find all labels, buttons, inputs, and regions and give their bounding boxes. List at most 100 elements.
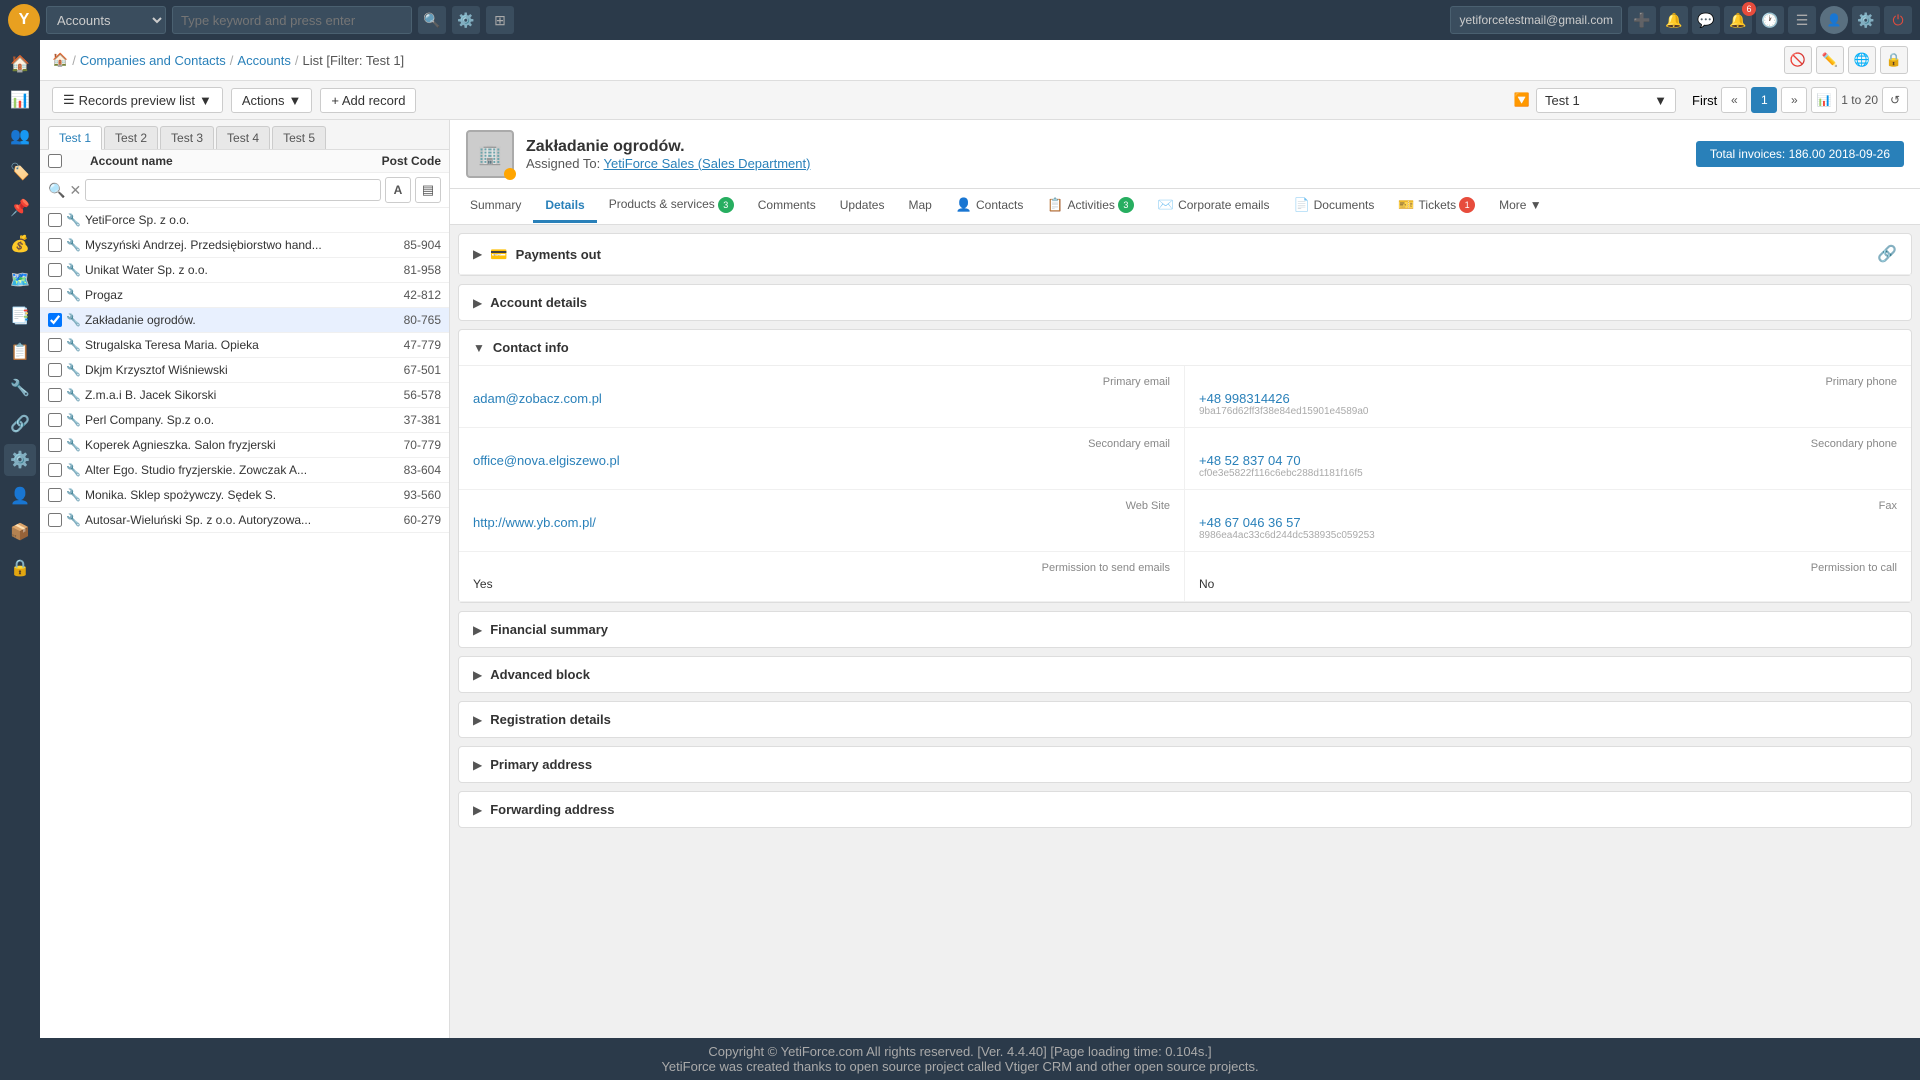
tab-contacts[interactable]: 👤Contacts: [944, 189, 1036, 224]
fax-link[interactable]: +48 67 046 36 57: [1199, 515, 1301, 530]
next-page-btn[interactable]: »: [1781, 87, 1807, 113]
user-avatar[interactable]: 👤: [1820, 6, 1848, 34]
sidebar-tags[interactable]: 🏷️: [4, 156, 36, 188]
view-btn-3[interactable]: 🌐: [1848, 46, 1876, 74]
notifications-btn[interactable]: 🔔: [1660, 6, 1688, 34]
power-btn[interactable]: ⏻: [1884, 6, 1912, 34]
refresh-btn[interactable]: ↺: [1882, 87, 1908, 113]
companies-link[interactable]: Companies and Contacts: [80, 53, 226, 68]
list-item[interactable]: 🔧 Unikat Water Sp. z o.o. 81-958: [40, 258, 449, 283]
tab-updates[interactable]: Updates: [828, 190, 897, 223]
tab-comments[interactable]: Comments: [746, 190, 828, 223]
secondary-phone-cell: Secondary phone +48 52 837 04 70 cf0e3e5…: [1185, 428, 1911, 490]
sidebar-contacts[interactable]: 👥: [4, 120, 36, 152]
list-item[interactable]: 🔧 Monika. Sklep spożywczy. Sędek S. 93-5…: [40, 483, 449, 508]
sidebar-tasks[interactable]: 📋: [4, 336, 36, 368]
select-all-checkbox[interactable]: [48, 154, 62, 168]
advanced-block-header[interactable]: ▶ Advanced block: [459, 657, 1911, 692]
sidebar-security[interactable]: 🔒: [4, 552, 36, 584]
tab-products[interactable]: Products & services3: [597, 189, 746, 224]
list-item[interactable]: 🔧 Zakładanie ogrodów. 80-765: [40, 308, 449, 333]
search-A-btn[interactable]: A: [385, 177, 411, 203]
assigned-link[interactable]: YetiForce Sales (Sales Department): [604, 156, 811, 171]
chart-btn[interactable]: 📊: [1811, 87, 1837, 113]
sidebar-dashboard[interactable]: 📊: [4, 84, 36, 116]
tab-activities[interactable]: 📋Activities3: [1035, 189, 1146, 224]
records-preview-btn[interactable]: ☰ Records preview list ▼: [52, 87, 223, 113]
search-icon[interactable]: 🔍: [48, 182, 65, 199]
website-label: Web Site: [473, 500, 1170, 512]
add-btn[interactable]: ➕: [1628, 6, 1656, 34]
list-search-input[interactable]: [85, 179, 381, 201]
sidebar-config[interactable]: ⚙️: [4, 444, 36, 476]
payments-link-icon[interactable]: 🔗: [1877, 244, 1897, 264]
list-item[interactable]: 🔧 Koperek Agnieszka. Salon fryzjerski 70…: [40, 433, 449, 458]
list-item[interactable]: 🔧 Myszyński Andrzej. Przedsiębiorstwo ha…: [40, 233, 449, 258]
menu-btn[interactable]: ☰: [1788, 6, 1816, 34]
add-record-btn[interactable]: + Add record: [320, 88, 416, 113]
clear-search-icon[interactable]: ✕: [69, 182, 81, 199]
list-item[interactable]: 🔧 Alter Ego. Studio fryzjerskie. Zowczak…: [40, 458, 449, 483]
list-item[interactable]: 🔧 Autosar-Wieluński Sp. z o.o. Autoryzow…: [40, 508, 449, 533]
tab-test4[interactable]: Test 4: [216, 126, 270, 149]
sidebar-home[interactable]: 🏠: [4, 48, 36, 80]
list-item[interactable]: 🔧 Strugalska Teresa Maria. Opieka 47-779: [40, 333, 449, 358]
tab-test5[interactable]: Test 5: [272, 126, 326, 149]
website-link[interactable]: http://www.yb.com.pl/: [473, 515, 596, 530]
list-item[interactable]: 🔧 Z.m.a.i B. Jacek Sikorski 56-578: [40, 383, 449, 408]
current-page-btn[interactable]: 1: [1751, 87, 1777, 113]
primary-phone-link[interactable]: +48 998314426: [1199, 391, 1290, 406]
sidebar-links[interactable]: 🔗: [4, 408, 36, 440]
tab-test2[interactable]: Test 2: [104, 126, 158, 149]
payments-out-header[interactable]: ▶ 💳 Payments out 🔗: [459, 234, 1911, 275]
alerts-btn[interactable]: 🔔 6: [1724, 6, 1752, 34]
tab-summary[interactable]: Summary: [458, 190, 533, 223]
sidebar-map[interactable]: 🗺️: [4, 264, 36, 296]
prev-page-btn[interactable]: «: [1721, 87, 1747, 113]
primary-address-header[interactable]: ▶ Primary address: [459, 747, 1911, 782]
tab-details[interactable]: Details: [533, 190, 596, 223]
gear-btn[interactable]: ⚙️: [1852, 6, 1880, 34]
view-btn-4[interactable]: 🔒: [1880, 46, 1908, 74]
tab-test1[interactable]: Test 1: [48, 126, 102, 150]
logo[interactable]: Y: [8, 4, 40, 36]
module-select[interactable]: Accounts: [46, 6, 166, 34]
search-button[interactable]: 🔍: [418, 6, 446, 34]
account-details-header[interactable]: ▶ Account details: [459, 285, 1911, 320]
settings-icon-btn[interactable]: ⚙️: [452, 6, 480, 34]
actions-btn[interactable]: Actions ▼: [231, 88, 313, 113]
tab-documents[interactable]: 📄Documents: [1281, 189, 1386, 224]
search-extra-btn[interactable]: ▤: [415, 177, 441, 203]
contact-info-header[interactable]: ▼ Contact info: [459, 330, 1911, 366]
chat-btn[interactable]: 💬: [1692, 6, 1720, 34]
list-item[interactable]: 🔧 Dkjm Krzysztof Wiśniewski 67-501: [40, 358, 449, 383]
sidebar-tools[interactable]: 🔧: [4, 372, 36, 404]
secondary-email-link[interactable]: office@nova.elgiszewo.pl: [473, 453, 620, 468]
sidebar-user[interactable]: 👤: [4, 480, 36, 512]
tab-test3[interactable]: Test 3: [160, 126, 214, 149]
filter-select[interactable]: Test 1 ▼: [1536, 88, 1676, 113]
view-btn-1[interactable]: 🚫: [1784, 46, 1812, 74]
search-input[interactable]: [172, 6, 412, 34]
forwarding-address-header[interactable]: ▶ Forwarding address: [459, 792, 1911, 827]
sidebar-calendar[interactable]: 📌: [4, 192, 36, 224]
accounts-link[interactable]: Accounts: [237, 53, 290, 68]
list-item[interactable]: 🔧 Progaz 42-812: [40, 283, 449, 308]
view-btn-2[interactable]: ✏️: [1816, 46, 1844, 74]
sidebar-docs[interactable]: 📑: [4, 300, 36, 332]
list-item[interactable]: 🔧 YetiForce Sp. z o.o.: [40, 208, 449, 233]
list-item[interactable]: 🔧 Perl Company. Sp.z o.o. 37-381: [40, 408, 449, 433]
tab-map[interactable]: Map: [896, 190, 943, 223]
registration-header[interactable]: ▶ Registration details: [459, 702, 1911, 737]
sidebar-packages[interactable]: 📦: [4, 516, 36, 548]
financial-summary-header[interactable]: ▶ Financial summary: [459, 612, 1911, 647]
sidebar-finance[interactable]: 💰: [4, 228, 36, 260]
home-link[interactable]: 🏠: [52, 52, 68, 68]
secondary-phone-link[interactable]: +48 52 837 04 70: [1199, 453, 1301, 468]
history-btn[interactable]: 🕐: [1756, 6, 1784, 34]
tab-tickets[interactable]: 🎫Tickets1: [1386, 189, 1487, 224]
primary-email-link[interactable]: adam@zobacz.com.pl: [473, 391, 602, 406]
grid-view-btn[interactable]: ⊞: [486, 6, 514, 34]
tab-corp-emails[interactable]: ✉️Corporate emails: [1146, 189, 1282, 224]
tab-more[interactable]: More ▼: [1487, 190, 1554, 223]
